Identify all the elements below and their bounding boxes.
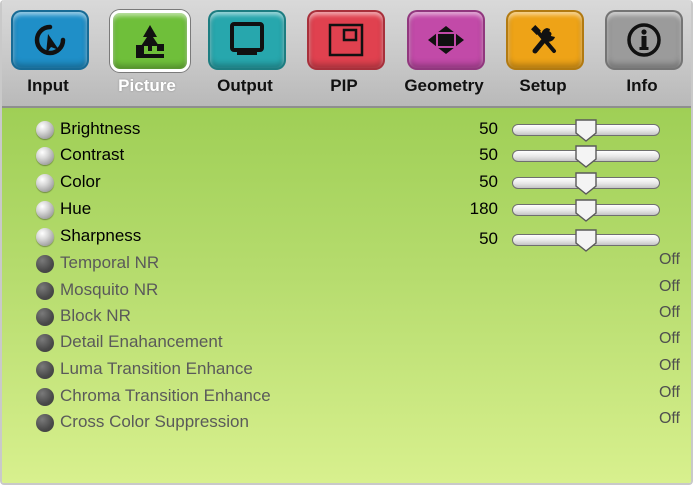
setting-row-contrast[interactable]: Contrast 50 <box>2 143 691 169</box>
setting-row-block-nr[interactable]: Block NR Off <box>2 304 691 330</box>
tab-info[interactable]: Info <box>596 0 688 106</box>
inactive-bullet-icon <box>36 388 54 406</box>
picture-settings-panel: Brightness 50 Contrast 50 Color 50 Hue 1… <box>2 108 691 483</box>
setting-label: Chroma Transition Enhance <box>60 386 271 405</box>
inactive-bullet-icon <box>36 361 54 379</box>
active-bullet-icon <box>36 228 54 246</box>
tab-setup-tile[interactable] <box>506 10 584 70</box>
setting-row-cross-color[interactable]: Cross Color Suppression Off <box>2 410 691 436</box>
setting-row-chroma-transition[interactable]: Chroma Transition Enhance Off <box>2 384 691 410</box>
slider-thumb-icon <box>575 172 597 195</box>
setting-status[interactable]: Off <box>659 251 680 269</box>
slider-thumb[interactable] <box>574 144 598 169</box>
inactive-bullet-icon <box>36 334 54 352</box>
tab-output-tile[interactable] <box>208 10 286 70</box>
setting-label: Mosquito NR <box>60 280 159 299</box>
sharpness-slider[interactable] <box>512 229 660 252</box>
setting-label: Cross Color Suppression <box>60 412 249 431</box>
setting-label: Block NR <box>60 306 131 325</box>
setting-row-detail-enhancement[interactable]: Detail Enahancement Off <box>2 330 691 356</box>
tools-icon <box>531 25 556 54</box>
setting-status[interactable]: Off <box>659 357 680 375</box>
setting-row-color[interactable]: Color 50 <box>2 170 691 196</box>
setting-value: 180 <box>469 199 498 218</box>
tab-setup-label: Setup <box>519 76 567 95</box>
setting-row-luma-transition[interactable]: Luma Transition Enhance Off <box>2 357 691 383</box>
active-bullet-icon <box>36 201 54 219</box>
osd-menu: Input Picture Output PIP Geometry Setup … <box>0 0 693 485</box>
tab-geometry[interactable]: Geometry <box>398 0 490 106</box>
setting-value: 50 <box>479 172 498 191</box>
setting-label: Contrast <box>60 145 125 164</box>
slider-thumb[interactable] <box>574 198 598 223</box>
inactive-bullet-icon <box>36 255 54 273</box>
setting-status[interactable]: Off <box>659 384 680 402</box>
setting-label: Color <box>60 172 101 191</box>
color-slider[interactable] <box>512 172 660 195</box>
setting-value: 50 <box>479 145 498 164</box>
monitor-icon <box>230 22 264 55</box>
tab-input-tile[interactable] <box>11 10 89 70</box>
tab-info-label: Info <box>626 76 658 95</box>
slider-thumb-icon <box>575 229 597 252</box>
tab-output-label: Output <box>217 76 273 95</box>
tab-pip-tile[interactable] <box>307 10 385 70</box>
setting-value: 50 <box>479 229 498 248</box>
slider-thumb[interactable] <box>574 228 598 253</box>
tab-pip[interactable]: PIP <box>298 0 390 106</box>
setting-row-mosquito-nr[interactable]: Mosquito NR Off <box>2 278 691 304</box>
inactive-bullet-icon <box>36 308 54 326</box>
active-bullet-icon <box>36 121 54 139</box>
tab-picture-tile[interactable] <box>110 10 190 72</box>
tab-pip-label: PIP <box>330 76 358 95</box>
input-return-icon <box>34 24 66 56</box>
setting-value: 50 <box>479 119 498 138</box>
setting-label: Hue <box>60 199 92 218</box>
setting-status[interactable]: Off <box>659 304 680 322</box>
setting-row-sharpness[interactable]: Sharpness 50 <box>2 224 691 252</box>
slider-thumb-icon <box>575 199 597 222</box>
info-icon <box>627 23 661 57</box>
picture-in-picture-icon <box>328 23 364 57</box>
rotated-rectangle-icon <box>428 26 464 54</box>
setting-row-brightness[interactable]: Brightness 50 <box>2 117 691 143</box>
tab-geometry-tile[interactable] <box>407 10 485 70</box>
slider-thumb-icon <box>575 119 597 142</box>
tab-picture[interactable]: Picture <box>101 0 193 106</box>
setting-label: Detail Enahancement <box>60 332 223 351</box>
tab-input[interactable]: Input <box>2 0 94 106</box>
hue-slider[interactable] <box>512 199 660 222</box>
brightness-slider[interactable] <box>512 119 660 142</box>
tab-input-label: Input <box>27 76 69 95</box>
tab-picture-label: Picture <box>118 76 176 95</box>
setting-row-hue[interactable]: Hue 180 <box>2 197 691 223</box>
contrast-slider[interactable] <box>512 145 660 168</box>
slider-thumb[interactable] <box>574 171 598 196</box>
slider-thumb[interactable] <box>574 118 598 143</box>
setting-label: Sharpness <box>60 226 142 245</box>
active-bullet-icon <box>36 174 54 192</box>
setting-label: Brightness <box>60 119 141 138</box>
setting-status[interactable]: Off <box>659 410 680 428</box>
setting-row-temporal-nr[interactable]: Temporal NR Off <box>2 251 691 277</box>
setting-status[interactable]: Off <box>659 330 680 348</box>
active-bullet-icon <box>36 147 54 165</box>
setting-status[interactable]: Off <box>659 278 680 296</box>
tab-geometry-label: Geometry <box>404 76 484 95</box>
landscape-picture-icon <box>136 25 164 58</box>
setting-label: Luma Transition Enhance <box>60 359 253 378</box>
tab-setup[interactable]: Setup <box>497 0 589 106</box>
setting-label: Temporal NR <box>60 253 160 272</box>
tab-info-tile[interactable] <box>605 10 683 70</box>
tab-output[interactable]: Output <box>199 0 291 106</box>
inactive-bullet-icon <box>36 414 54 432</box>
menu-tab-bar: Input Picture Output PIP Geometry Setup … <box>2 0 691 108</box>
slider-thumb-icon <box>575 145 597 168</box>
inactive-bullet-icon <box>36 282 54 300</box>
